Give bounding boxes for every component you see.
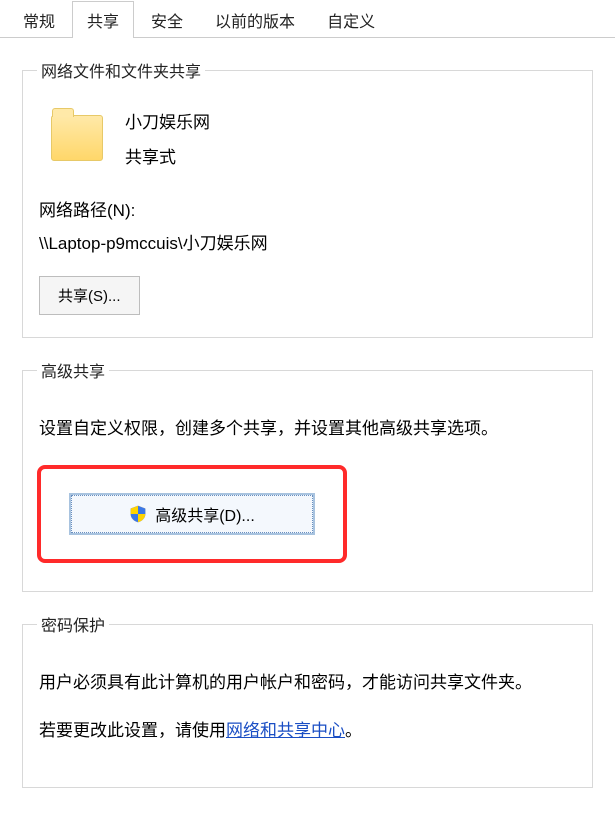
group-network-sharing-title: 网络文件和文件夹共享 <box>37 58 205 82</box>
tab-security[interactable]: 安全 <box>136 1 198 38</box>
group-password-protection-title: 密码保护 <box>37 612 109 636</box>
password-line2-suffix: 。 <box>345 721 362 740</box>
group-password-protection: 密码保护 用户必须具有此计算机的用户帐户和密码，才能访问共享文件夹。 若要更改此… <box>22 612 593 788</box>
share-button[interactable]: 共享(S)... <box>39 276 140 315</box>
group-network-sharing: 网络文件和文件夹共享 小刀娱乐网 共享式 网络路径(N): \\Laptop-p… <box>22 58 593 338</box>
tab-previous-versions[interactable]: 以前的版本 <box>200 1 310 38</box>
network-path-label: 网络路径(N): <box>39 196 578 221</box>
shared-folder-status: 共享式 <box>125 143 210 168</box>
group-advanced-sharing: 高级共享 设置自定义权限，创建多个共享，并设置其他高级共享选项。 高级共享(D)… <box>22 358 593 592</box>
shared-folder-name: 小刀娱乐网 <box>125 108 210 133</box>
highlight-box: 高级共享(D)... <box>37 465 347 563</box>
network-path-block: 网络路径(N): \\Laptop-p9mccuis\小刀娱乐网 <box>37 196 578 254</box>
password-line1: 用户必须具有此计算机的用户帐户和密码，才能访问共享文件夹。 <box>39 670 576 696</box>
group-advanced-sharing-title: 高级共享 <box>37 358 109 382</box>
properties-tabs: 常规 共享 安全 以前的版本 自定义 <box>0 0 615 38</box>
shared-folder-row: 小刀娱乐网 共享式 <box>37 96 578 180</box>
folder-icon <box>51 115 103 161</box>
password-line2: 若要更改此设置，请使用网络和共享中心。 <box>39 718 576 744</box>
network-sharing-center-link[interactable]: 网络和共享中心 <box>226 721 345 740</box>
sharing-panel: 网络文件和文件夹共享 小刀娱乐网 共享式 网络路径(N): \\Laptop-p… <box>0 38 615 828</box>
advanced-sharing-button-label: 高级共享(D)... <box>155 502 255 526</box>
uac-shield-icon <box>129 505 147 523</box>
advanced-sharing-button[interactable]: 高级共享(D)... <box>71 495 313 533</box>
tab-general[interactable]: 常规 <box>8 1 70 38</box>
network-path-value: \\Laptop-p9mccuis\小刀娱乐网 <box>39 229 578 254</box>
tab-customize[interactable]: 自定义 <box>312 1 390 38</box>
tab-sharing[interactable]: 共享 <box>72 1 134 38</box>
shared-folder-text: 小刀娱乐网 共享式 <box>125 108 210 168</box>
advanced-sharing-description: 设置自定义权限，创建多个共享，并设置其他高级共享选项。 <box>37 396 578 447</box>
password-line2-prefix: 若要更改此设置，请使用 <box>39 721 226 740</box>
